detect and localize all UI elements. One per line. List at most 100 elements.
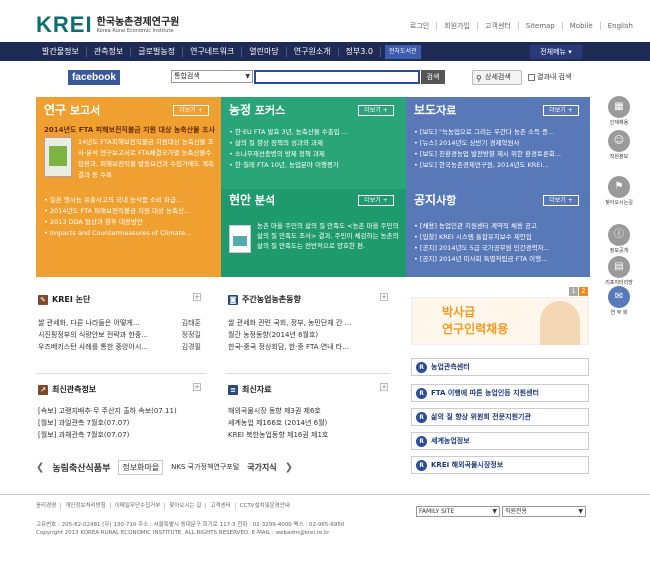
family-site-select[interactable]: FAMILY SITE ▼ — [416, 506, 500, 517]
list-item[interactable]: KREI 북한농업동향 제16권 제1호 — [228, 429, 388, 441]
issue-more-button[interactable]: 더보기 + — [358, 195, 394, 206]
list-item[interactable]: 월간 농정동향(2014년 6월호) — [228, 329, 388, 341]
list-item[interactable]: 한국-중국 정상회담, 한·중 FTA 연내 타... — [228, 341, 388, 353]
chevron-left-icon[interactable]: ❮ — [36, 462, 44, 473]
nav-publications[interactable]: 발간물정보 — [35, 46, 87, 57]
footer-link-ethics[interactable]: 윤리경영 — [36, 503, 60, 509]
facebook-button[interactable]: facebook — [68, 70, 120, 85]
search-button[interactable]: 검색 — [421, 70, 445, 84]
featured-report-title[interactable]: 2014년도 FTA 피해보전직불금 지원 대상 농축산물 조사 — [44, 125, 216, 135]
list-item[interactable]: 2013 DDA 협상과 향후 대응방안 — [44, 217, 212, 228]
nav-gov30[interactable]: 정부3.0 — [339, 46, 381, 57]
latest-more-button[interactable]: + — [380, 383, 388, 391]
notice-more-button[interactable]: 더보기 + — [543, 195, 579, 206]
detail-search-button[interactable]: ⚲ 상세검색 — [472, 70, 522, 85]
banner-page-1[interactable]: 1 — [569, 287, 578, 296]
partner-info-village[interactable]: 정보화마을 — [118, 459, 164, 475]
list-item[interactable]: 시진핑정부의 식량안보 전략과 한중... 정정길 — [38, 329, 201, 341]
nav-network[interactable]: 연구네트워크 — [183, 46, 243, 57]
english-link[interactable]: English — [599, 22, 640, 30]
top-links: 로그인 회원가입 고객센터 Sitemap Mobile English — [403, 22, 640, 30]
search-input[interactable] — [254, 70, 420, 84]
list-item[interactable]: 우즈베키스탄 사례를 통한 중앙아시... 김경필 — [38, 341, 201, 353]
banner-person-image — [540, 301, 580, 345]
focus-more-button[interactable]: 더보기 + — [358, 105, 394, 116]
e-library-button[interactable]: 전자도서관 — [384, 44, 421, 59]
quick-button-world-agri[interactable]: R 세계농업정보 — [411, 432, 589, 450]
quick-button-outlook-center[interactable]: R 농업관측센터 — [411, 358, 589, 376]
list-item[interactable]: [보도] 한국농촌경제연구원, 2014년도 KREI... — [414, 160, 582, 171]
list-item[interactable]: 삶의 질 향상 정책의 성과와 과제 — [229, 138, 397, 149]
list-item[interactable]: [채용] 농업인관 지원센터 계약직 채용 공고 — [414, 221, 582, 232]
building-icon: ▦ — [608, 96, 630, 118]
mobile-link[interactable]: Mobile — [561, 22, 600, 30]
weekly-more-button[interactable]: + — [380, 293, 388, 301]
customer-center-link[interactable]: 고객센터 — [476, 22, 518, 30]
footer-link-customer[interactable]: 고객센터 — [205, 503, 234, 509]
footer-link-email[interactable]: 이메일무단수집거부 — [109, 503, 165, 509]
obs-section-title[interactable]: ↗ 최신관측정보 — [38, 384, 96, 395]
list-item[interactable]: 쌀 관세화 관련 국회, 정부, 농민단체 간 ... — [228, 317, 388, 329]
footer-link-privacy[interactable]: 개인정보처리방침 — [60, 503, 109, 509]
partner-nks[interactable]: NKS 국가정책연구포털 — [171, 462, 239, 472]
list-item[interactable]: 소나무재선충병의 방제 정책 과제 — [229, 149, 397, 160]
press-more-button[interactable]: 더보기 + — [543, 105, 579, 116]
quick-repository[interactable]: ▤ 리포지터리방 — [605, 256, 633, 286]
column-more-button[interactable]: + — [193, 293, 201, 301]
quick-directions[interactable]: ⚑ 찾아오시는길 — [605, 176, 633, 206]
list-item[interactable]: 쌀 관세화, 다른 나라들은 어떻게... 김태훈 — [38, 317, 201, 329]
list-item[interactable]: 한·칠레 FTA 10년, 농업분야 이행평가 — [229, 160, 397, 171]
nav-about[interactable]: 연구원소개 — [287, 46, 339, 57]
chevron-right-icon[interactable]: ❯ — [285, 462, 293, 473]
issue-desc[interactable]: 농촌 마을 주민의 삶의 질 만족도 <농촌 마을 주민의 삶의 질 만족도 조… — [257, 221, 401, 251]
search-within-results[interactable]: 결과내 검색 — [528, 72, 571, 82]
list-item[interactable]: [월보] 과일관측 7월호(07.07) — [38, 417, 201, 429]
list-item[interactable]: 2014년도 FTA 피해보전직불금 지원 대상 농축산... — [44, 206, 212, 217]
site-logo[interactable]: KREI 한국농촌경제연구원 Korea Rural Economic Inst… — [36, 12, 179, 38]
recruit-banner[interactable]: 박사급 연구인력채용 — [411, 297, 589, 345]
list-item[interactable]: [공지] 2014년 미사회 특별적립금 FTA 이행... — [414, 254, 582, 265]
staff-select[interactable]: 직원전용 ▼ — [502, 506, 586, 517]
quick-recruit[interactable]: ▦ 인재채용 — [606, 96, 632, 126]
quick-info[interactable]: ⓘ 정보공개 — [606, 224, 632, 254]
divider — [36, 373, 206, 374]
quick-misc[interactable]: ✉ 연 무 회 — [606, 286, 632, 316]
partner-knowledge[interactable]: 국가지식 — [247, 462, 276, 473]
footer-link-directions[interactable]: 찾아오시는 길 — [164, 503, 205, 509]
list-item[interactable]: 한·EU FTA 발효 3년, 농축산물 수출입 ... — [229, 127, 397, 138]
weekly-section-title[interactable]: ◙ 주간농업농촌동향 — [228, 294, 301, 305]
report-cover-image[interactable] — [44, 137, 72, 177]
column-section-title[interactable]: ✎ KREI 논단 — [38, 294, 90, 305]
sitemap-link[interactable]: Sitemap — [517, 22, 562, 30]
list-item[interactable]: 세계농업 제166호 (2014년 6월) — [228, 417, 388, 429]
list-item[interactable]: [입찰] KREI 시스템 통합유지보수 제안집 — [414, 232, 582, 243]
signup-link[interactable]: 회원가입 — [436, 22, 477, 30]
banner-page-2[interactable]: 2 — [579, 287, 588, 296]
list-item[interactable]: Impacts and Countermeasures of Climate..… — [44, 228, 212, 239]
footer-link-cctv[interactable]: CCTV설치및운영안내 — [234, 503, 294, 509]
list-item[interactable]: 일본 행사농 유출사고의 국내 농식품 소비 파급... — [44, 195, 212, 206]
nav-global[interactable]: 글로벌농정 — [131, 46, 184, 57]
all-menu-button[interactable]: 전체메뉴 ▾ — [530, 45, 582, 59]
list-item[interactable]: [월보] 과채관측 7월호(07.07) — [38, 429, 201, 441]
quick-button-grain-market[interactable]: R KREI 해외곡물시장정보 — [411, 456, 589, 474]
latest-section-title[interactable]: ≡ 최신자료 — [228, 384, 271, 395]
quick-staff[interactable]: ☺ 직원정보 — [606, 130, 632, 160]
research-more-button[interactable]: 더보기 + — [173, 105, 209, 116]
list-item[interactable]: [속보] 고랭지배추·무 주산지 출하 속보(07.11) — [38, 405, 201, 417]
list-item[interactable]: [보도] "녹농업으로 그리는 우간다 농촌 소득 증... — [414, 127, 582, 138]
obs-more-button[interactable]: + — [193, 383, 201, 391]
list-item[interactable]: [보도] 친환경농업 발전방향 제시 위한 환경토론회... — [414, 149, 582, 160]
quick-button-fta-center[interactable]: R FTA 이행에 따른 농업인등 지원센터 — [411, 384, 589, 402]
quick-button-quality-life[interactable]: R 삶의 질 향상 위원회 전문지원기관 — [411, 408, 589, 426]
list-item[interactable]: [뉴스] 2014년도 상반기 경제학원사 — [414, 138, 582, 149]
issue-thumbnail[interactable] — [229, 225, 251, 253]
partner-ministry[interactable]: 농림축산식품부 — [52, 461, 110, 474]
within-results-checkbox[interactable] — [528, 73, 535, 81]
list-item[interactable]: 해외곡물시장 동향 제3권 제6호 — [228, 405, 388, 417]
login-link[interactable]: 로그인 — [403, 22, 436, 30]
search-scope-select[interactable]: 통합검색 ▼ — [171, 70, 253, 83]
nav-open[interactable]: 열린마당 — [242, 46, 287, 57]
nav-outlook[interactable]: 관측정보 — [87, 46, 132, 57]
list-item[interactable]: [공지] 2014년도 5급 국가공무원 민간경력자... — [414, 243, 582, 254]
